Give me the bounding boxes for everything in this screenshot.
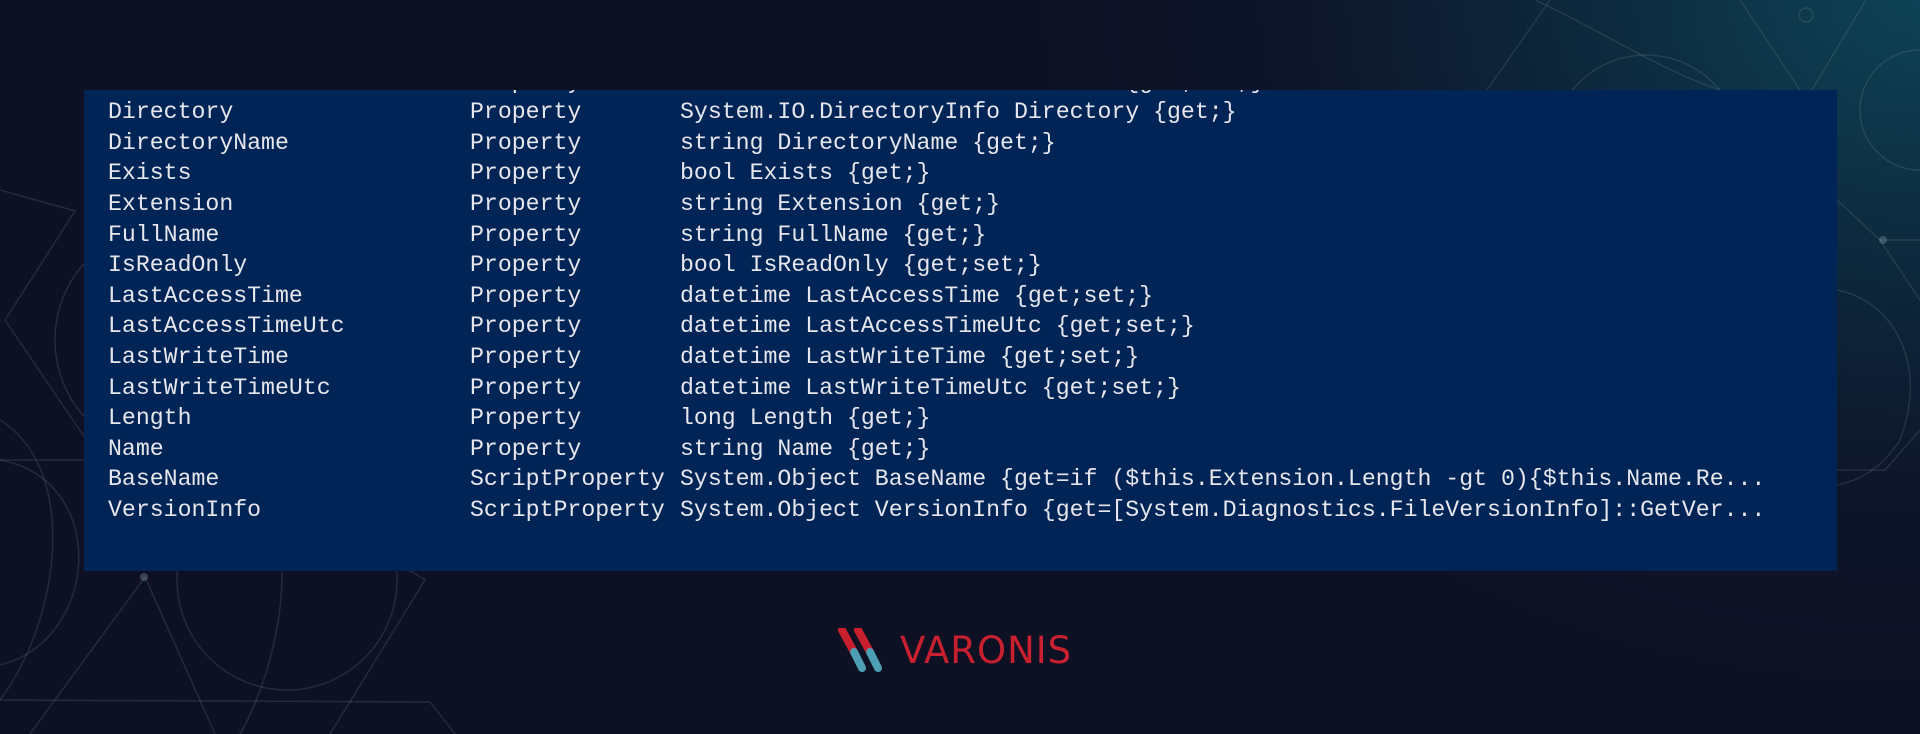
table-row: Extension Property string Extension {get;} [84,189,1837,220]
member-definition: System.IO.DirectoryInfo Directory {get;} [680,99,1237,126]
table-row: LastAccessTimeUtc Property datetime LastAc… [84,311,1837,342]
table-row: IsReadOnly Property bool IsReadOnly {get;s… [84,250,1837,281]
table-row: LastWriteTime Property datetime LastWriteT… [84,342,1837,373]
member-definition: datetime LastWriteTimeUtc {get;set;} [680,374,1181,401]
member-definition: System.Object VersionInfo {get=[System.D… [680,497,1766,524]
member-definition: datetime LastAccessTimeUtc {get;set;} [680,313,1195,340]
member-definition: {get;set;} [680,90,1264,97]
member-type: Property [470,160,582,187]
member-type: Property [470,313,582,340]
varonis-logo: VARONIS [838,628,1094,674]
member-name: DirectoryName [108,129,289,156]
table-row: FullName Property string FullName {get;} [84,220,1837,251]
table-row: DirectoryName Property string DirectoryNam… [84,128,1837,159]
member-definition: datetime LastAccessTime {get;set;} [680,282,1154,309]
member-name: LastWriteTimeUtc [108,374,331,401]
table-row: LastWriteTimeUtc Property datetime LastWri… [84,373,1837,404]
member-definition: bool IsReadOnly {get;set;} [680,252,1042,279]
member-name: Name [108,435,164,462]
member-name: LastWriteTime [108,344,289,371]
member-type: ScriptProperty [470,466,665,493]
member-definition: string Name {get;} [680,435,931,462]
member-name: Extension [108,191,234,218]
member-definition: string Extension {get;} [680,191,1001,218]
table-row: VersionInfo ScriptProperty System.Object V… [84,495,1837,526]
powershell-output-panel: Property {get;set;} Directory Property Sys… [84,90,1837,571]
member-type: Property [470,405,582,432]
table-row: Name Property string Name {get;} [84,434,1837,465]
varonis-wordmark: VARONIS [900,629,1073,672]
member-type: Property [470,221,582,248]
member-type: ScriptProperty [470,497,665,524]
member-definition: datetime LastWriteTime {get;set;} [680,344,1140,371]
table-row: Exists Property bool Exists {get;} [84,158,1837,189]
member-name: LastAccessTimeUtc [108,313,345,340]
member-type: Property [470,90,581,97]
member-definition: System.Object BaseName {get=if ($this.Ex… [680,466,1766,493]
member-name: IsReadOnly [108,252,248,279]
member-type: Property [470,282,582,309]
member-definition: string DirectoryName {get;} [680,129,1056,156]
member-name: LastAccessTime [108,282,303,309]
member-type: Property [470,374,582,401]
member-definition: string FullName {get;} [680,221,987,248]
varonis-stripes-icon [838,628,882,672]
member-list: Property {get;set;} Directory Property Sys… [84,90,1837,526]
table-row: BaseName ScriptProperty System.Object Base… [84,464,1837,495]
member-definition: bool Exists {get;} [680,160,931,187]
table-row: Length Property long Length {get;} [84,403,1837,434]
member-type: Property [470,252,582,279]
member-type: Property [470,129,582,156]
member-type: Property [470,191,582,218]
member-type: Property [470,344,582,371]
member-name: FullName [108,221,220,248]
member-type: Property [470,435,582,462]
member-name: VersionInfo [108,497,262,524]
table-row-partial: Property {get;set;} [84,90,1837,97]
table-row: Directory Property System.IO.DirectoryInfo… [84,97,1837,128]
member-definition: long Length {get;} [680,405,931,432]
table-row: LastAccessTime Property datetime LastAcces… [84,281,1837,312]
member-type: Property [470,99,582,126]
member-name: Length [108,405,192,432]
member-name: Directory [108,99,234,126]
member-name: BaseName [108,466,220,493]
member-name: Exists [108,160,192,187]
